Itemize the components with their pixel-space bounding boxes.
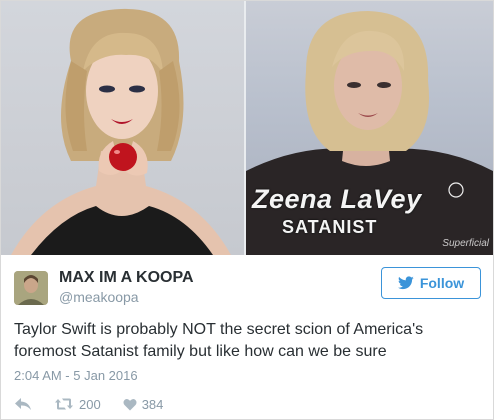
retweet-count: 200 [79,396,101,412]
tweet-header: MAX IM A KOOPA @meakoopa Follow [1,255,493,313]
caption-title: SATANIST [282,217,378,237]
tweet-actions: 200 384 [14,394,185,414]
like-button[interactable]: 384 [123,396,164,412]
like-count: 384 [141,396,164,412]
reply-button[interactable] [14,397,32,411]
follow-button-label: Follow [419,275,465,291]
heart-icon [123,398,137,410]
tweet-media: Zeena LaVey SATANIST Superficial [1,1,493,255]
follow-button[interactable]: Follow [381,267,481,299]
watermark: Superficial [442,238,489,249]
avatar[interactable] [14,271,48,305]
display-name[interactable]: MAX IM A KOOPA [59,269,194,287]
caption-name: Zeena LaVey [252,184,422,214]
tweet-text: Taylor Swift is probably NOT the secret … [14,321,424,360]
avatar-image [14,271,48,305]
retweet-icon [55,398,73,410]
reply-icon [15,398,31,410]
photo-right[interactable]: Zeena LaVey SATANIST Superficial [246,1,493,255]
tweet-card: Zeena LaVey SATANIST Superficial MAX IM … [0,0,494,420]
portrait-illustration-left [11,8,231,255]
photo-left[interactable] [1,1,244,255]
retweet-button[interactable]: 200 [54,397,101,412]
tweet-timestamp[interactable]: 2:04 AM - 5 Jan 2016 [14,368,138,383]
user-handle[interactable]: @meakoopa [59,289,139,305]
twitter-bird-icon [397,276,414,290]
